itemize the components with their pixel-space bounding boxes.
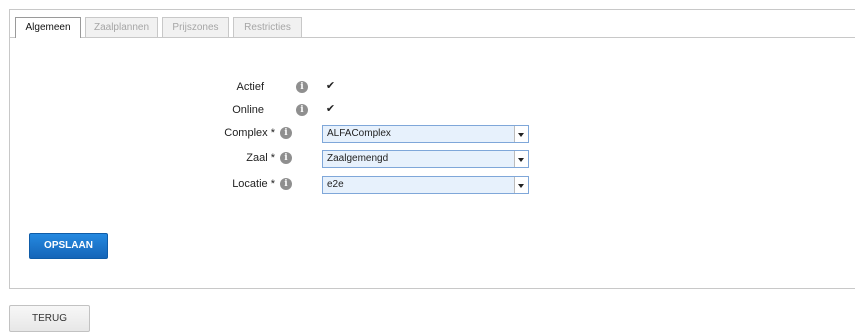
back-button[interactable]: TERUG	[9, 305, 90, 332]
info-icon[interactable]: i	[280, 152, 292, 164]
chevron-down-icon[interactable]	[514, 177, 528, 193]
online-checkbox[interactable]: ✔	[324, 103, 337, 116]
locatie-select[interactable]: e2e	[322, 176, 529, 194]
online-row: Online i ✔	[10, 102, 855, 120]
zaal-select-value: Zaalgemengd	[327, 153, 389, 164]
chevron-down-icon[interactable]	[514, 151, 528, 167]
actief-label: Actief	[236, 81, 264, 93]
locatie-label: Locatie *	[232, 178, 275, 190]
tab-prijszones[interactable]: Prijszones	[162, 17, 229, 37]
info-icon[interactable]: i	[296, 81, 308, 93]
save-button[interactable]: OPSLAAN	[29, 233, 108, 259]
info-icon[interactable]: i	[280, 127, 292, 139]
tab-zaalplannen[interactable]: Zaalplannen	[85, 17, 158, 37]
info-icon[interactable]: i	[296, 104, 308, 116]
tab-bar: Algemeen Zaalplannen Prijszones Restrict…	[10, 10, 855, 38]
locatie-row: Locatie * i e2e	[10, 176, 855, 194]
info-icon[interactable]: i	[280, 178, 292, 190]
zaal-label: Zaal *	[246, 152, 275, 164]
zaal-row: Zaal * i Zaalgemengd	[10, 150, 855, 168]
chevron-down-icon[interactable]	[514, 126, 528, 142]
complex-select[interactable]: ALFAComplex	[322, 125, 529, 143]
online-label: Online	[232, 104, 264, 116]
tab-restricties[interactable]: Restricties	[233, 17, 302, 37]
complex-label: Complex *	[224, 127, 275, 139]
actief-row: Actief i ✔	[10, 79, 855, 97]
locatie-select-value: e2e	[327, 179, 344, 190]
tab-algemeen[interactable]: Algemeen	[15, 17, 81, 38]
tab-panel: Algemeen Zaalplannen Prijszones Restrict…	[9, 9, 855, 289]
actief-checkbox[interactable]: ✔	[324, 80, 337, 93]
complex-select-value: ALFAComplex	[327, 128, 391, 139]
zaal-select[interactable]: Zaalgemengd	[322, 150, 529, 168]
complex-row: Complex * i ALFAComplex	[10, 125, 855, 143]
